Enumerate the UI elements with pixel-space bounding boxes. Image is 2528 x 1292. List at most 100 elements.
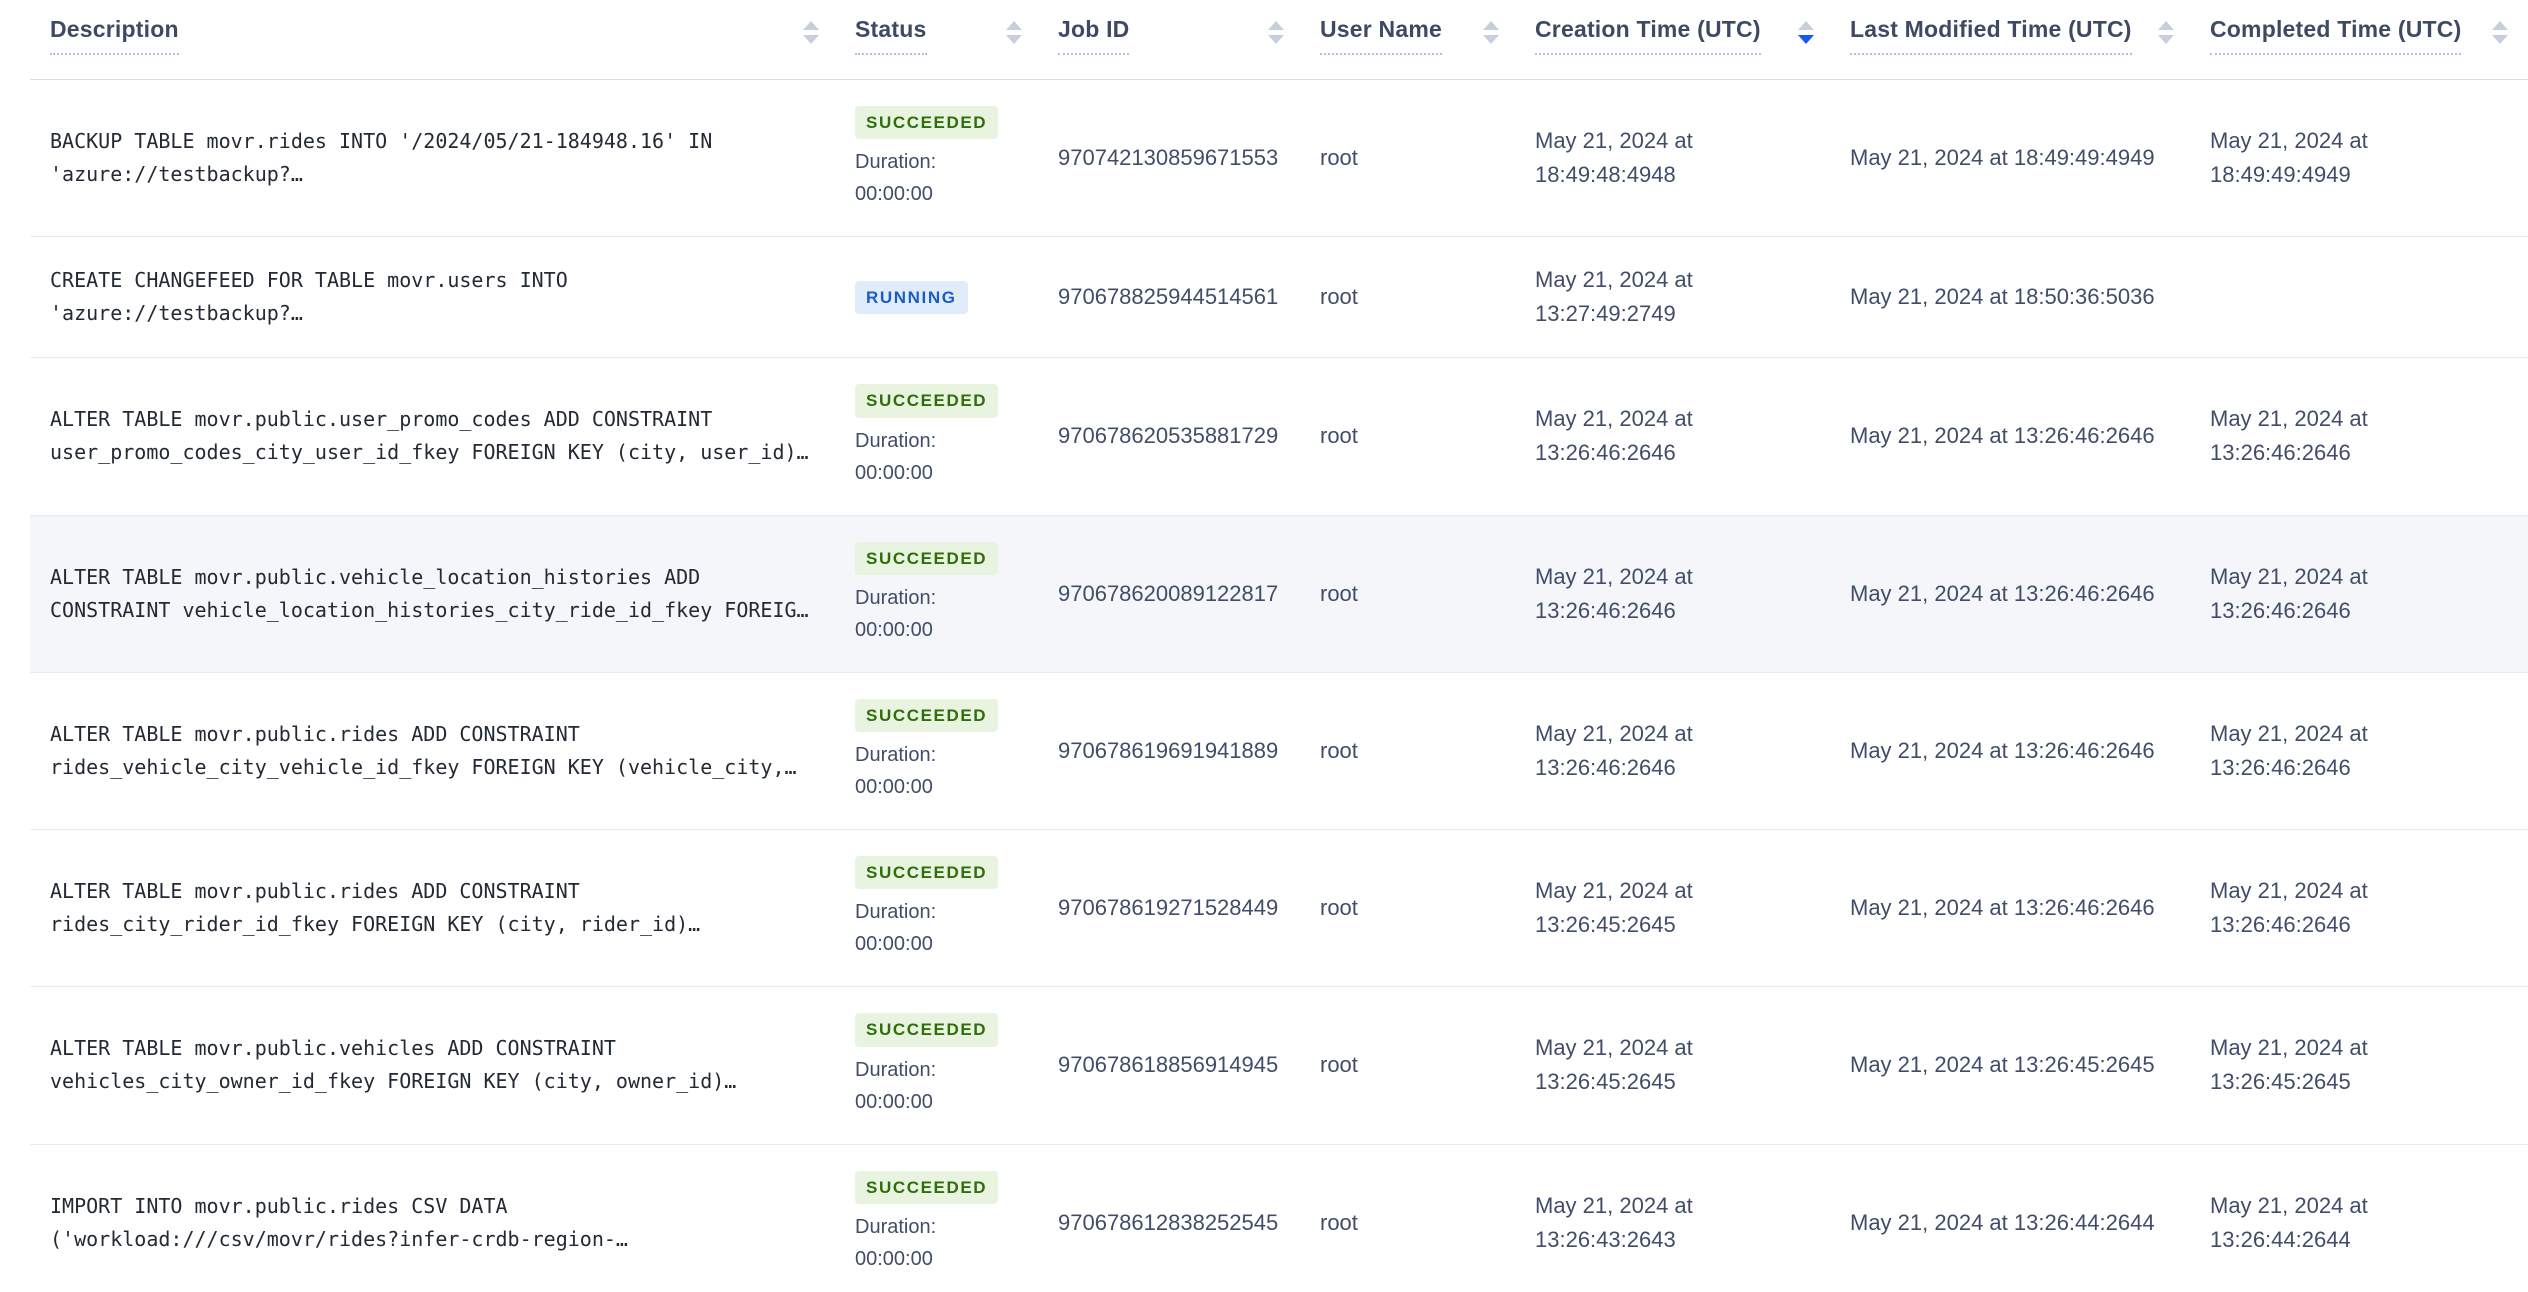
- job-status-cell: SUCCEEDED Duration: 00:00:00: [855, 1013, 1058, 1117]
- sort-icon[interactable]: [2492, 21, 2508, 44]
- sort-icon[interactable]: [1268, 21, 1284, 44]
- job-user-name: root: [1320, 284, 1358, 310]
- job-completed-time: May 21, 2024 at 13:26:46:2646: [2210, 563, 2368, 623]
- job-id: 970678825944514561: [1058, 284, 1279, 310]
- job-status-cell: SUCCEEDED Duration: 00:00:00: [855, 1170, 1058, 1275]
- status-badge: SUCCEEDED: [855, 541, 999, 575]
- job-creation-time: May 21, 2024 at 13:26:46:2646: [1535, 406, 1693, 466]
- column-header-user-name[interactable]: User Name: [1320, 16, 1535, 55]
- job-user-name: root: [1320, 423, 1358, 449]
- column-header-job-id[interactable]: Job ID: [1058, 16, 1320, 55]
- job-description[interactable]: ALTER TABLE movr.public.rides ADD CONSTR…: [30, 875, 855, 941]
- job-id: 970678612838252545: [1058, 1209, 1279, 1235]
- job-description[interactable]: IMPORT INTO movr.public.rides CSV DATA (…: [30, 1190, 855, 1256]
- job-status-cell: RUNNING: [855, 280, 1058, 314]
- job-description[interactable]: ALTER TABLE movr.public.vehicle_location…: [30, 561, 855, 627]
- job-last-modified-time: May 21, 2024 at 13:26:46:2646: [1850, 580, 2155, 606]
- sort-icon[interactable]: [803, 21, 819, 44]
- table-row: ALTER TABLE movr.public.vehicles ADD CON…: [30, 987, 2528, 1145]
- status-badge: SUCCEEDED: [855, 1013, 999, 1047]
- column-header-status[interactable]: Status: [855, 16, 1058, 55]
- job-creation-time: May 21, 2024 at 18:49:48:4948: [1535, 128, 1693, 188]
- job-user-name: root: [1320, 737, 1358, 763]
- sort-icon[interactable]: [1006, 21, 1022, 44]
- sort-asc-arrow-icon: [803, 21, 819, 30]
- job-last-modified-time: May 21, 2024 at 13:26:45:2645: [1850, 1052, 2155, 1078]
- status-badge: SUCCEEDED: [855, 698, 999, 732]
- job-user-name: root: [1320, 145, 1358, 171]
- column-header-label: Job ID: [1058, 16, 1130, 55]
- table-row: BACKUP TABLE movr.rides INTO '/2024/05/2…: [30, 80, 2528, 238]
- job-duration: Duration: 00:00:00: [855, 1215, 937, 1270]
- job-last-modified-time: May 21, 2024 at 13:26:46:2646: [1850, 423, 2155, 449]
- job-duration: Duration: 00:00:00: [855, 1058, 937, 1113]
- sort-desc-arrow-icon: [803, 35, 819, 44]
- job-description[interactable]: ALTER TABLE movr.public.user_promo_codes…: [30, 403, 855, 469]
- column-header-label: Completed Time (UTC): [2210, 16, 2462, 55]
- job-id: 970678619691941889: [1058, 737, 1279, 763]
- table-row: ALTER TABLE movr.public.vehicle_location…: [30, 515, 2528, 673]
- job-description[interactable]: ALTER TABLE movr.public.rides ADD CONSTR…: [30, 718, 855, 784]
- sort-desc-arrow-icon: [2492, 35, 2508, 44]
- job-status-cell: SUCCEEDED Duration: 00:00:00: [855, 106, 1058, 210]
- column-header-label: User Name: [1320, 16, 1442, 55]
- status-badge: SUCCEEDED: [855, 384, 999, 418]
- job-duration: Duration: 00:00:00: [855, 744, 937, 798]
- job-description[interactable]: ALTER TABLE movr.public.vehicles ADD CON…: [30, 1032, 855, 1098]
- job-id: 970678618856914945: [1058, 1052, 1279, 1078]
- table-row: CREATE CHANGEFEED FOR TABLE movr.users I…: [30, 237, 2528, 359]
- column-header-completed-time-utc[interactable]: Completed Time (UTC): [2210, 16, 2528, 55]
- job-creation-time: May 21, 2024 at 13:26:46:2646: [1535, 720, 1693, 780]
- sort-icon[interactable]: [2158, 21, 2174, 44]
- sort-asc-arrow-icon: [2158, 21, 2174, 30]
- job-user-name: root: [1320, 895, 1358, 921]
- job-user-name: root: [1320, 1209, 1358, 1235]
- sort-asc-arrow-icon: [2492, 21, 2508, 30]
- job-duration: Duration: 00:00:00: [855, 429, 937, 484]
- column-header-label: Description: [50, 16, 179, 55]
- job-status-cell: SUCCEEDED Duration: 00:00:00: [855, 856, 1058, 960]
- sort-asc-arrow-icon: [1798, 21, 1814, 30]
- job-description[interactable]: CREATE CHANGEFEED FOR TABLE movr.users I…: [30, 264, 855, 330]
- job-creation-time: May 21, 2024 at 13:26:45:2645: [1535, 1035, 1693, 1095]
- column-header-label: Creation Time (UTC): [1535, 16, 1761, 55]
- job-status-cell: SUCCEEDED Duration: 00:00:00: [855, 384, 1058, 488]
- job-completed-time: May 21, 2024 at 18:49:49:4949: [2210, 128, 2368, 188]
- job-status-cell: SUCCEEDED Duration: 00:00:00: [855, 541, 1058, 646]
- column-header-last-modified-time-utc[interactable]: Last Modified Time (UTC): [1850, 16, 2210, 55]
- job-id: 970678619271528449: [1058, 895, 1279, 921]
- column-header-description[interactable]: Description: [30, 16, 855, 55]
- column-header-label: Last Modified Time (UTC): [1850, 16, 2132, 55]
- job-id: 970678620089122817: [1058, 580, 1279, 606]
- sort-icon[interactable]: [1798, 21, 1814, 44]
- sort-asc-arrow-icon: [1483, 21, 1499, 30]
- status-badge: SUCCEEDED: [855, 856, 999, 890]
- job-creation-time: May 21, 2024 at 13:26:46:2646: [1535, 563, 1693, 623]
- sort-desc-arrow-icon: [1483, 35, 1499, 44]
- job-completed-time: May 21, 2024 at 13:26:44:2644: [2210, 1192, 2368, 1252]
- job-completed-time: May 21, 2024 at 13:26:46:2646: [2210, 720, 2368, 780]
- job-last-modified-time: May 21, 2024 at 13:26:46:2646: [1850, 895, 2155, 921]
- jobs-table: Description Status Job ID User Name Crea…: [0, 0, 2528, 1292]
- job-last-modified-time: May 21, 2024 at 13:26:44:2644: [1850, 1209, 2155, 1235]
- column-header-label: Status: [855, 16, 927, 55]
- table-row: ALTER TABLE movr.public.rides ADD CONSTR…: [30, 830, 2528, 988]
- sort-asc-arrow-icon: [1268, 21, 1284, 30]
- sort-icon[interactable]: [1483, 21, 1499, 44]
- job-user-name: root: [1320, 580, 1358, 606]
- job-last-modified-time: May 21, 2024 at 13:26:46:2646: [1850, 737, 2155, 763]
- job-creation-time: May 21, 2024 at 13:26:45:2645: [1535, 878, 1693, 938]
- job-status-cell: SUCCEEDED Duration: 00:00:00: [855, 698, 1058, 803]
- job-description[interactable]: BACKUP TABLE movr.rides INTO '/2024/05/2…: [30, 125, 855, 191]
- sort-desc-arrow-icon: [1006, 35, 1022, 44]
- job-completed-time: May 21, 2024 at 13:26:46:2646: [2210, 406, 2368, 466]
- table-row: ALTER TABLE movr.public.user_promo_codes…: [30, 358, 2528, 516]
- job-completed-time: May 21, 2024 at 13:26:46:2646: [2210, 878, 2368, 938]
- job-last-modified-time: May 21, 2024 at 18:49:49:4949: [1850, 145, 2155, 171]
- job-duration: Duration: 00:00:00: [855, 586, 937, 641]
- job-creation-time: May 21, 2024 at 13:26:43:2643: [1535, 1192, 1693, 1252]
- table-row: IMPORT INTO movr.public.rides CSV DATA (…: [30, 1145, 2528, 1292]
- column-header-creation-time-utc[interactable]: Creation Time (UTC): [1535, 16, 1850, 55]
- sort-asc-arrow-icon: [1006, 21, 1022, 30]
- job-id: 970742130859671553: [1058, 145, 1279, 171]
